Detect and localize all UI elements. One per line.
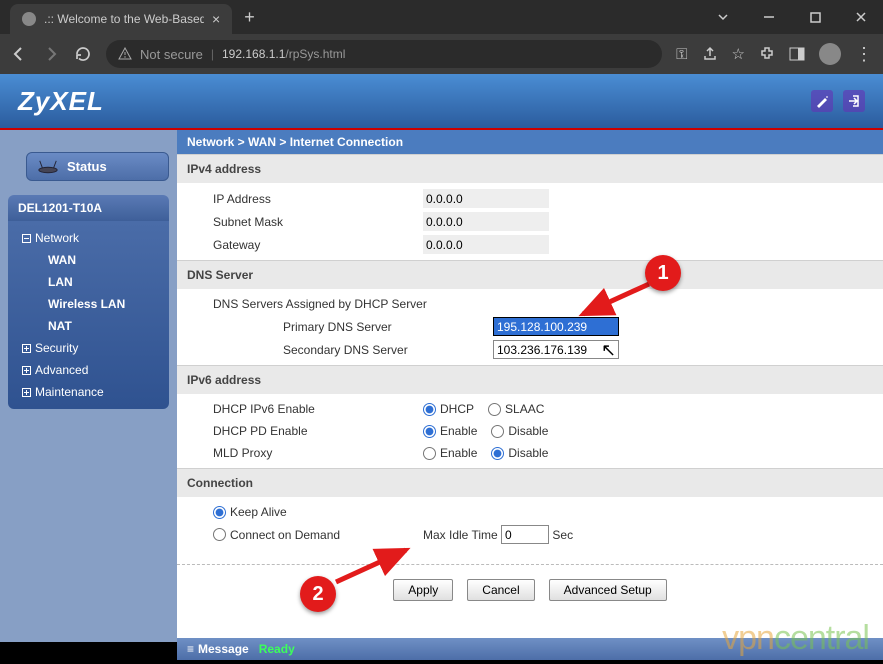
window-maximize-button[interactable] — [793, 3, 837, 31]
primary-dns-label: Primary DNS Server — [213, 320, 493, 334]
status-button[interactable]: Status — [26, 152, 169, 181]
maxidle-label: Max Idle Time — [423, 528, 498, 542]
browser-titlebar: .:: Welcome to the Web-Based C × + — [0, 0, 883, 34]
logo: ZyXEL — [18, 86, 104, 117]
window-minimize-button[interactable] — [747, 3, 791, 31]
forward-button[interactable] — [42, 45, 60, 63]
keepalive-label: Keep Alive — [230, 505, 287, 519]
router-header: ZyXEL — [0, 74, 883, 130]
profile-avatar[interactable] — [819, 43, 841, 65]
wizard-icon[interactable] — [811, 90, 833, 112]
url-path: /rpSys.html — [285, 47, 345, 61]
device-icon — [37, 159, 59, 174]
sidebar: Status DEL1201-T10A Network WAN LAN Wire… — [0, 130, 177, 642]
tab-title: .:: Welcome to the Web-Based C — [44, 12, 204, 26]
new-tab-button[interactable]: + — [244, 7, 255, 28]
nav-wan[interactable]: WAN — [8, 249, 169, 271]
expand-icon — [22, 366, 31, 375]
section-connection: Connection — [177, 468, 883, 497]
logout-icon[interactable] — [843, 90, 865, 112]
status-message-label: ≡Message — [187, 642, 249, 656]
ip-address-label: IP Address — [213, 192, 423, 206]
reload-button[interactable] — [74, 45, 92, 63]
annotation-arrow-1 — [575, 278, 655, 322]
keepalive-radio[interactable] — [213, 506, 226, 519]
model-label: DEL1201-T10A — [8, 195, 169, 221]
menu-icon[interactable]: ⋮ — [855, 44, 873, 65]
ip-address-value — [423, 189, 549, 208]
dhcp-pd-disable-radio[interactable] — [491, 425, 504, 438]
chevron-down-icon[interactable] — [701, 3, 745, 31]
window-close-button[interactable] — [839, 3, 883, 31]
nav-network[interactable]: Network — [8, 227, 169, 249]
back-button[interactable] — [10, 45, 28, 63]
browser-tab[interactable]: .:: Welcome to the Web-Based C × — [10, 4, 232, 34]
subnet-value — [423, 212, 549, 231]
warning-icon — [118, 47, 132, 61]
expand-icon — [22, 388, 31, 397]
key-icon[interactable]: ⚿ — [676, 46, 687, 63]
nav-nat[interactable]: NAT — [8, 315, 169, 337]
nav-wireless-lan[interactable]: Wireless LAN — [8, 293, 169, 315]
section-ipv6: IPv6 address — [177, 365, 883, 394]
url-host: 192.168.1.1 — [222, 47, 285, 61]
annotation-arrow-2 — [328, 542, 414, 588]
gateway-label: Gateway — [213, 238, 423, 252]
nav-security[interactable]: Security — [8, 337, 169, 359]
annotation-1: 1 — [645, 255, 681, 291]
annotation-2: 2 — [300, 576, 336, 612]
secondary-dns-label: Secondary DNS Server — [213, 343, 493, 357]
section-dns: DNS Server — [177, 260, 883, 289]
mld-enable-radio[interactable] — [423, 447, 436, 460]
security-label: Not secure — [140, 47, 203, 62]
button-row: Apply Cancel Advanced Setup — [177, 564, 883, 621]
panel-icon[interactable] — [789, 46, 805, 62]
browser-toolbar: Not secure | 192.168.1.1/rpSys.html ⚿ ☆ … — [0, 34, 883, 74]
nav-tree: Network WAN LAN Wireless LAN NAT Securit… — [8, 221, 169, 409]
extensions-icon[interactable] — [759, 46, 775, 62]
nav-lan[interactable]: LAN — [8, 271, 169, 293]
status-label: Status — [67, 159, 107, 174]
dns-assigned-label: DNS Servers Assigned by DHCP Server — [213, 297, 427, 311]
watermark: vpncentral — [722, 619, 869, 658]
ondemand-radio[interactable] — [213, 528, 226, 541]
collapse-icon — [22, 234, 31, 243]
content: Network > WAN > Internet Connection IPv4… — [177, 130, 883, 642]
tab-close-icon[interactable]: × — [212, 11, 220, 27]
star-icon[interactable]: ☆ — [732, 45, 745, 63]
subnet-label: Subnet Mask — [213, 215, 423, 229]
tab-favicon — [22, 12, 36, 26]
ondemand-label: Connect on Demand — [230, 528, 340, 542]
mld-proxy-label: MLD Proxy — [213, 446, 423, 460]
dhcp-ipv6-dhcp-radio[interactable] — [423, 403, 436, 416]
dhcp-ipv6-label: DHCP IPv6 Enable — [213, 402, 423, 416]
mld-disable-radio[interactable] — [491, 447, 504, 460]
address-bar[interactable]: Not secure | 192.168.1.1/rpSys.html — [106, 40, 662, 68]
maxidle-unit: Sec — [552, 528, 573, 542]
cancel-button[interactable]: Cancel — [467, 579, 534, 601]
breadcrumb: Network > WAN > Internet Connection — [177, 130, 883, 154]
section-ipv4: IPv4 address — [177, 154, 883, 183]
share-icon[interactable] — [702, 46, 718, 62]
status-ready: Ready — [259, 642, 295, 656]
dhcp-ipv6-slaac-radio[interactable] — [488, 403, 501, 416]
expand-icon — [22, 344, 31, 353]
dhcp-pd-label: DHCP PD Enable — [213, 424, 423, 438]
advanced-setup-button[interactable]: Advanced Setup — [549, 579, 667, 601]
cursor-icon: ↖ — [601, 340, 616, 361]
dhcp-pd-enable-radio[interactable] — [423, 425, 436, 438]
nav-maintenance[interactable]: Maintenance — [8, 381, 169, 403]
gateway-value — [423, 235, 549, 254]
nav-advanced[interactable]: Advanced — [8, 359, 169, 381]
router-page: ZyXEL Status DEL1201-T10A Network WAN LA… — [0, 74, 883, 664]
maxidle-input[interactable] — [501, 525, 549, 544]
